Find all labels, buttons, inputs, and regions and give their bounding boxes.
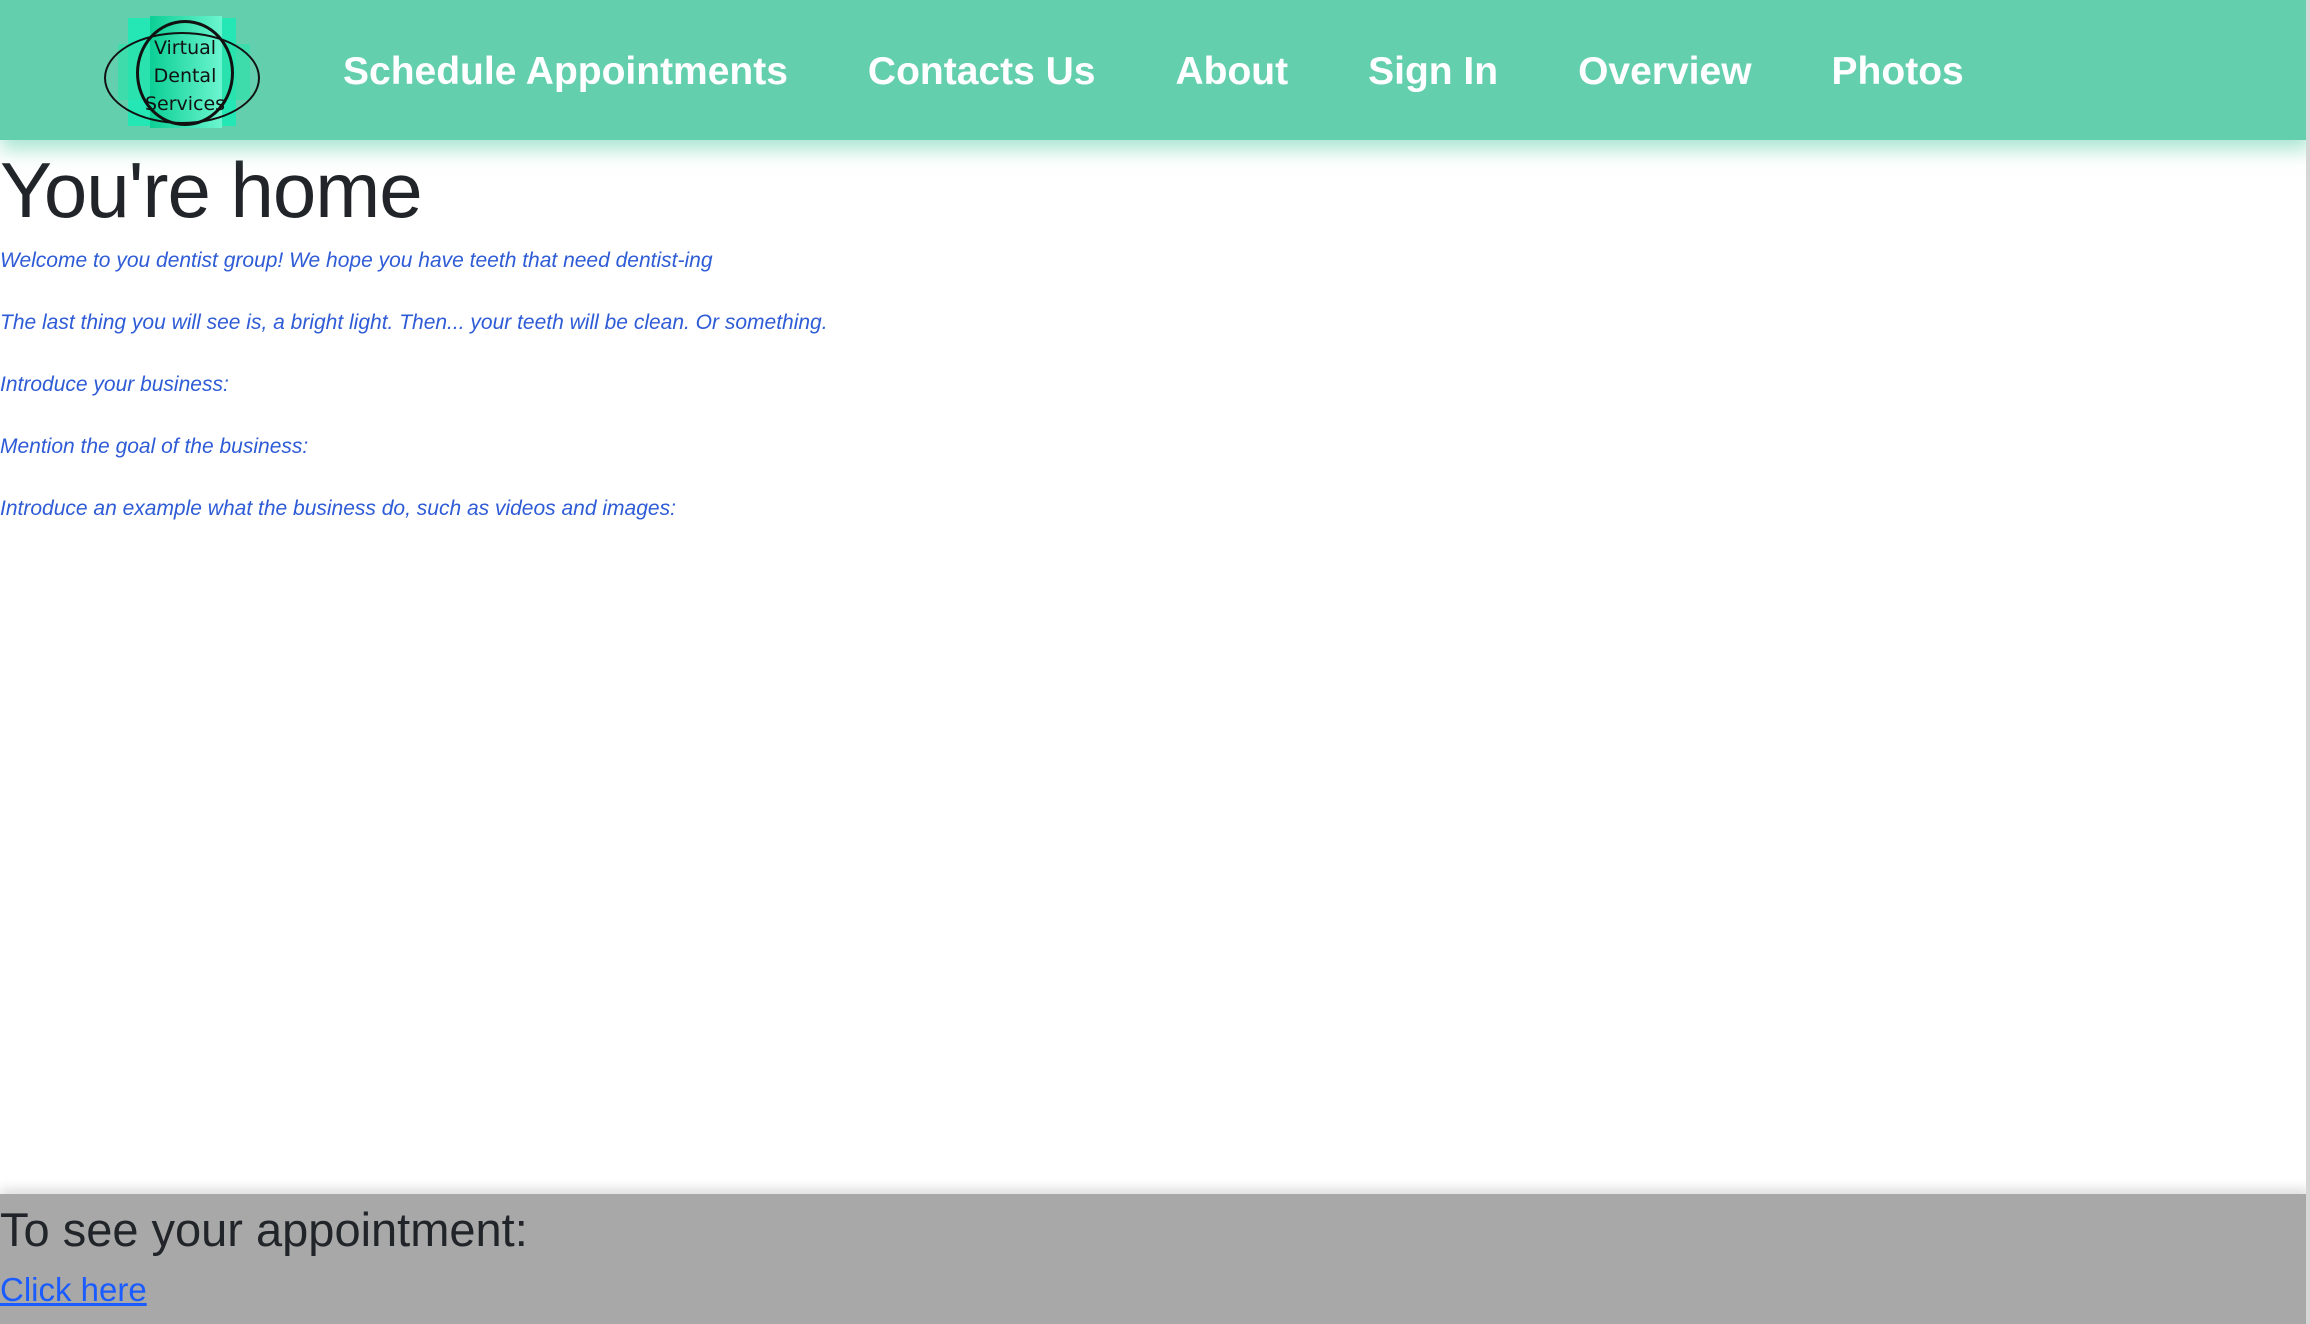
intro-paragraph: Mention the goal of the business: (0, 435, 309, 458)
click-here-link[interactable]: Click here (0, 1270, 147, 1310)
appointment-heading: To see your appointment: (0, 1203, 528, 1256)
logo-text: Virtual Dental Services (136, 34, 234, 118)
nav-link-contacts-us[interactable]: Contacts Us (868, 50, 1096, 94)
window-edge (2306, 0, 2310, 1324)
intro-paragraph: Introduce your business: (0, 373, 229, 396)
intro-paragraph: The last thing you will see is, a bright… (0, 311, 828, 334)
nav-link-overview[interactable]: Overview (1578, 50, 1751, 94)
nav-link-sign-in[interactable]: Sign In (1368, 50, 1498, 94)
logo-text-line: Virtual (153, 37, 217, 59)
nav-links: Schedule Appointments Contacts Us About … (343, 44, 1964, 100)
intro-paragraph: Introduce an example what the business d… (0, 497, 676, 520)
nav-link-about[interactable]: About (1175, 50, 1288, 94)
appointment-footer: To see your appointment: Click here (0, 1194, 2310, 1324)
page-title: You're home (0, 146, 423, 234)
logo-text-line: Dental (153, 65, 217, 87)
nav-link-schedule-appointments[interactable]: Schedule Appointments (343, 50, 788, 94)
logo-text-line: Services (144, 93, 226, 115)
intro-paragraph: Welcome to you dentist group! We hope yo… (0, 249, 713, 272)
logo[interactable]: Virtual Dental Services (102, 14, 266, 130)
navbar: Virtual Dental Services Schedule Appoint… (0, 0, 2310, 140)
page: Virtual Dental Services Schedule Appoint… (0, 0, 2310, 1324)
nav-link-photos[interactable]: Photos (1832, 50, 1964, 94)
intro-text: Welcome to you dentist group! We hope yo… (0, 248, 1200, 558)
